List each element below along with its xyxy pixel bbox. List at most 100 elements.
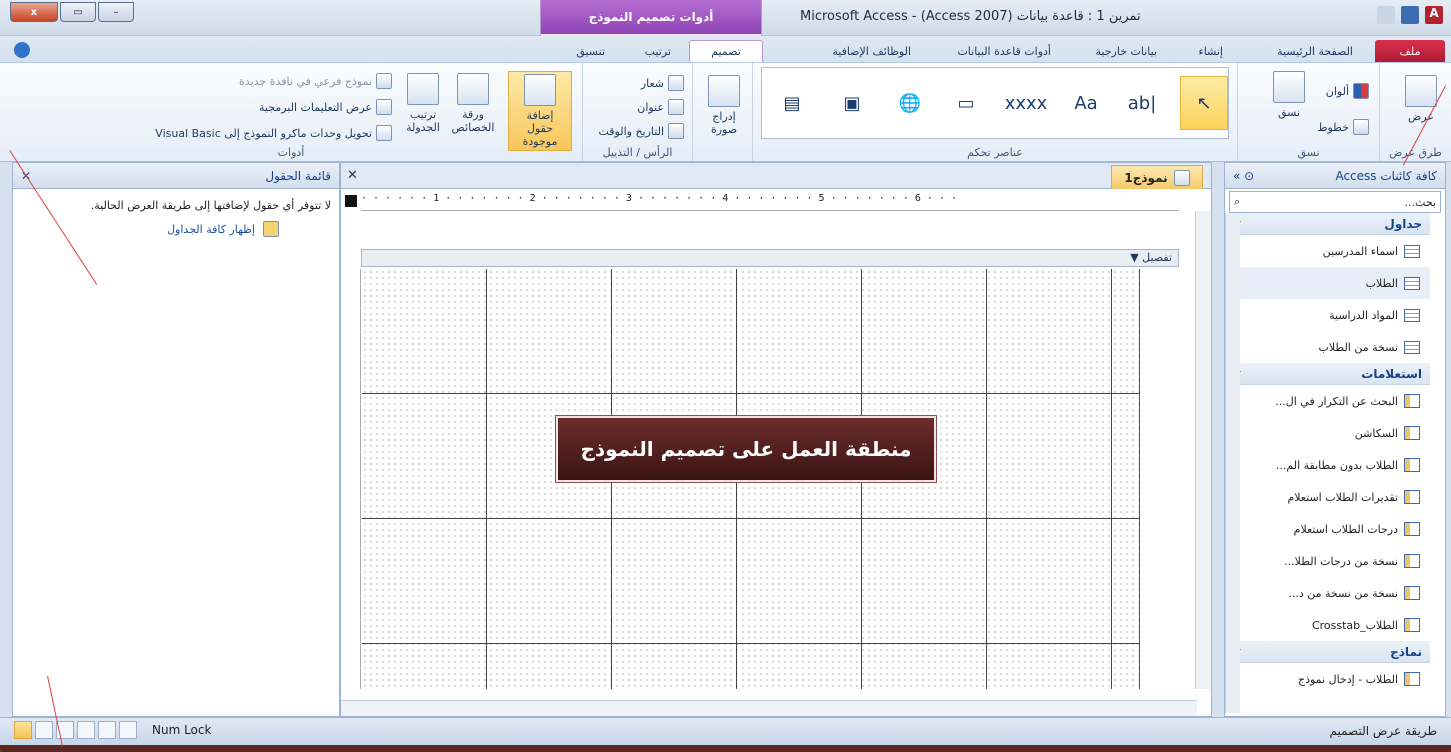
tab-external-data[interactable]: بيانات خارجية — [1086, 40, 1167, 62]
nav-item[interactable]: نسخة من درجات الطلا... — [1225, 545, 1430, 577]
control-gallery-item[interactable]: ↖ — [1180, 76, 1228, 130]
tab-database-tools[interactable]: أدوات قاعدة البيانات — [947, 40, 1061, 62]
nav-item-label: نسخة من الطلاب — [1318, 340, 1398, 354]
grid-line — [486, 269, 487, 689]
control-gallery-item[interactable]: ▭ — [942, 76, 990, 130]
nav-item[interactable]: نسخة من نسخة من د... — [1225, 577, 1430, 609]
colors-button[interactable]: ألوان — [1326, 83, 1369, 99]
nav-item[interactable]: الطلاب_Crosstab — [1225, 609, 1430, 641]
tab-design[interactable]: تصميم — [689, 40, 763, 62]
tools-group-label: أدوات — [277, 146, 305, 159]
close-button[interactable]: x — [10, 2, 58, 22]
nav-item-label: تقديرات الطلاب استعلام — [1287, 490, 1398, 504]
control-gallery-item[interactable]: ab| — [1118, 76, 1166, 130]
detail-section-bar[interactable]: تفصيل ▼ — [361, 249, 1179, 267]
tab-order-button[interactable]: ترتيب الجدولة — [400, 73, 446, 134]
nav-item[interactable]: البحث عن التكرار في ال... — [1225, 385, 1430, 417]
view-button[interactable]: عرض — [1405, 75, 1437, 123]
title-icon — [668, 99, 684, 115]
tab-format[interactable]: تنسيق — [566, 40, 615, 62]
tab-create[interactable]: إنشاء — [1189, 40, 1233, 62]
nav-item[interactable]: نسخة من الطلاب — [1225, 331, 1430, 363]
show-all-tables-link[interactable]: إظهار كافة الجداول — [13, 215, 339, 237]
tab-arrange[interactable]: ترتيب — [635, 40, 681, 62]
date-time-label: التاريخ والوقت — [598, 124, 664, 138]
add-fields-label: إضافة حقول موجودة — [522, 109, 558, 148]
fonts-button[interactable]: خطوط — [1317, 119, 1369, 135]
control-gallery-item[interactable]: ▣ — [828, 76, 876, 130]
tab-form1[interactable]: نموذج1 — [1111, 165, 1203, 189]
form-view-icon[interactable] — [35, 721, 53, 739]
query-icon — [1404, 522, 1420, 536]
form-selector[interactable] — [345, 195, 357, 207]
nav-item[interactable]: الطلاب بدون مطابقة الم... — [1225, 449, 1430, 481]
vertical-scrollbar[interactable] — [1195, 211, 1211, 689]
tab-order-label: ترتيب الجدولة — [406, 108, 440, 134]
subform-button[interactable]: نموذج فرعي في نافذة جديدة — [239, 73, 392, 89]
pivot-view-icon[interactable] — [98, 721, 116, 739]
ribbon-tabs: ملف الصفحة الرئيسية إنشاء بيانات خارجية … — [0, 36, 1451, 62]
form-icon — [1173, 169, 1190, 186]
date-time-button[interactable]: التاريخ والوقت — [598, 123, 684, 139]
nav-item[interactable]: اسماء المدرسين — [1225, 235, 1430, 267]
themes-icon — [1273, 71, 1305, 103]
minimize-button[interactable]: – — [98, 2, 134, 22]
access-logo-icon: A — [1425, 6, 1443, 24]
nav-item-label: السكاشن — [1354, 426, 1398, 440]
control-gallery-item[interactable]: xxxx — [1002, 76, 1050, 130]
form-icon — [1404, 672, 1420, 686]
property-sheet-label: ورقة الخصائص — [451, 108, 495, 134]
insert-image-button[interactable]: إدراج صورة — [704, 75, 744, 136]
title-button[interactable]: عنوان — [637, 99, 684, 115]
nav-item[interactable]: تقديرات الطلاب استعلام — [1225, 481, 1430, 513]
nav-item[interactable]: الطلاب - إدخال نموذج — [1225, 663, 1430, 695]
nav-item[interactable]: درجات الطلاب استعلام — [1225, 513, 1430, 545]
group-header-footer: شعار عنوان التاريخ والوقت الرأس / التذيي… — [582, 63, 692, 161]
view-code-button[interactable]: عرض التعليمات البرمجية — [259, 99, 392, 115]
save-icon[interactable] — [1401, 6, 1419, 24]
nav-item[interactable]: الطلاب — [1225, 267, 1430, 299]
close-icon[interactable]: ✕ — [347, 168, 358, 183]
view-switcher: Num Lock — [14, 721, 211, 739]
field-list-message: لا تتوفر أي حقول لإضافتها إلى طريقة العر… — [90, 199, 331, 212]
horizontal-scrollbar[interactable] — [341, 700, 1197, 716]
control-gallery-item[interactable]: Aa — [1062, 76, 1110, 130]
nav-section-label: جداول — [1384, 216, 1422, 231]
nav-item[interactable]: المواد الدراسية — [1225, 299, 1430, 331]
status-view-label: طريقة عرض التصميم — [1329, 724, 1438, 738]
datasheet-view-icon[interactable] — [77, 721, 95, 739]
nav-section-header[interactable]: استعلامات⌃ — [1225, 363, 1430, 385]
search-icon[interactable]: ⌕ — [1234, 195, 1240, 209]
add-existing-fields-button[interactable]: إضافة حقول موجودة — [508, 71, 572, 151]
chevron-down-icon[interactable]: ⊙ » — [1233, 169, 1254, 183]
undo-icon[interactable] — [1377, 6, 1395, 24]
maximize-button[interactable]: ▭ — [60, 2, 96, 22]
tab-addins[interactable]: الوظائف الإضافية — [822, 40, 921, 62]
quick-access-toolbar: A — [1377, 6, 1443, 24]
themes-button[interactable]: نسق — [1273, 71, 1305, 119]
nav-scrollbar[interactable] — [1225, 213, 1240, 713]
date-time-icon — [668, 123, 684, 139]
control-gallery-item[interactable]: ▤ — [768, 76, 816, 130]
nav-search-input[interactable]: بحث... ⌕ — [1229, 191, 1441, 213]
design-view-icon[interactable] — [14, 721, 32, 739]
search-placeholder: بحث... — [1404, 195, 1436, 209]
ribbon: عرض طرق عرض نسق ألوان خطوط نسق ↖ ab| Aa xxx… — [0, 62, 1451, 162]
table-icon — [1404, 308, 1420, 322]
nav-section-label: نماذج — [1390, 644, 1422, 659]
nav-item[interactable]: السكاشن — [1225, 417, 1430, 449]
logo-button[interactable]: شعار — [641, 75, 684, 91]
nav-section-header[interactable]: جداول⌃ — [1225, 213, 1430, 235]
property-sheet-button[interactable]: ورقة الخصائص — [450, 73, 496, 134]
query-icon — [1404, 490, 1420, 504]
nav-section-header[interactable]: نماذج⌃ — [1225, 641, 1430, 663]
convert-macros-button[interactable]: تحويل وحدات ماكرو النموذج إلى Visual Bas… — [155, 125, 392, 141]
tab-file[interactable]: ملف — [1375, 40, 1445, 62]
query-icon — [1404, 426, 1420, 440]
nav-header[interactable]: كافة كائنات Access ⊙ » — [1225, 163, 1445, 189]
control-gallery-item[interactable]: 🌐 — [886, 76, 934, 130]
nav-item-label: نسخة من درجات الطلا... — [1284, 554, 1398, 568]
chart-view-icon[interactable] — [119, 721, 137, 739]
tab-home[interactable]: الصفحة الرئيسية — [1267, 40, 1363, 62]
help-icon[interactable] — [14, 42, 30, 58]
